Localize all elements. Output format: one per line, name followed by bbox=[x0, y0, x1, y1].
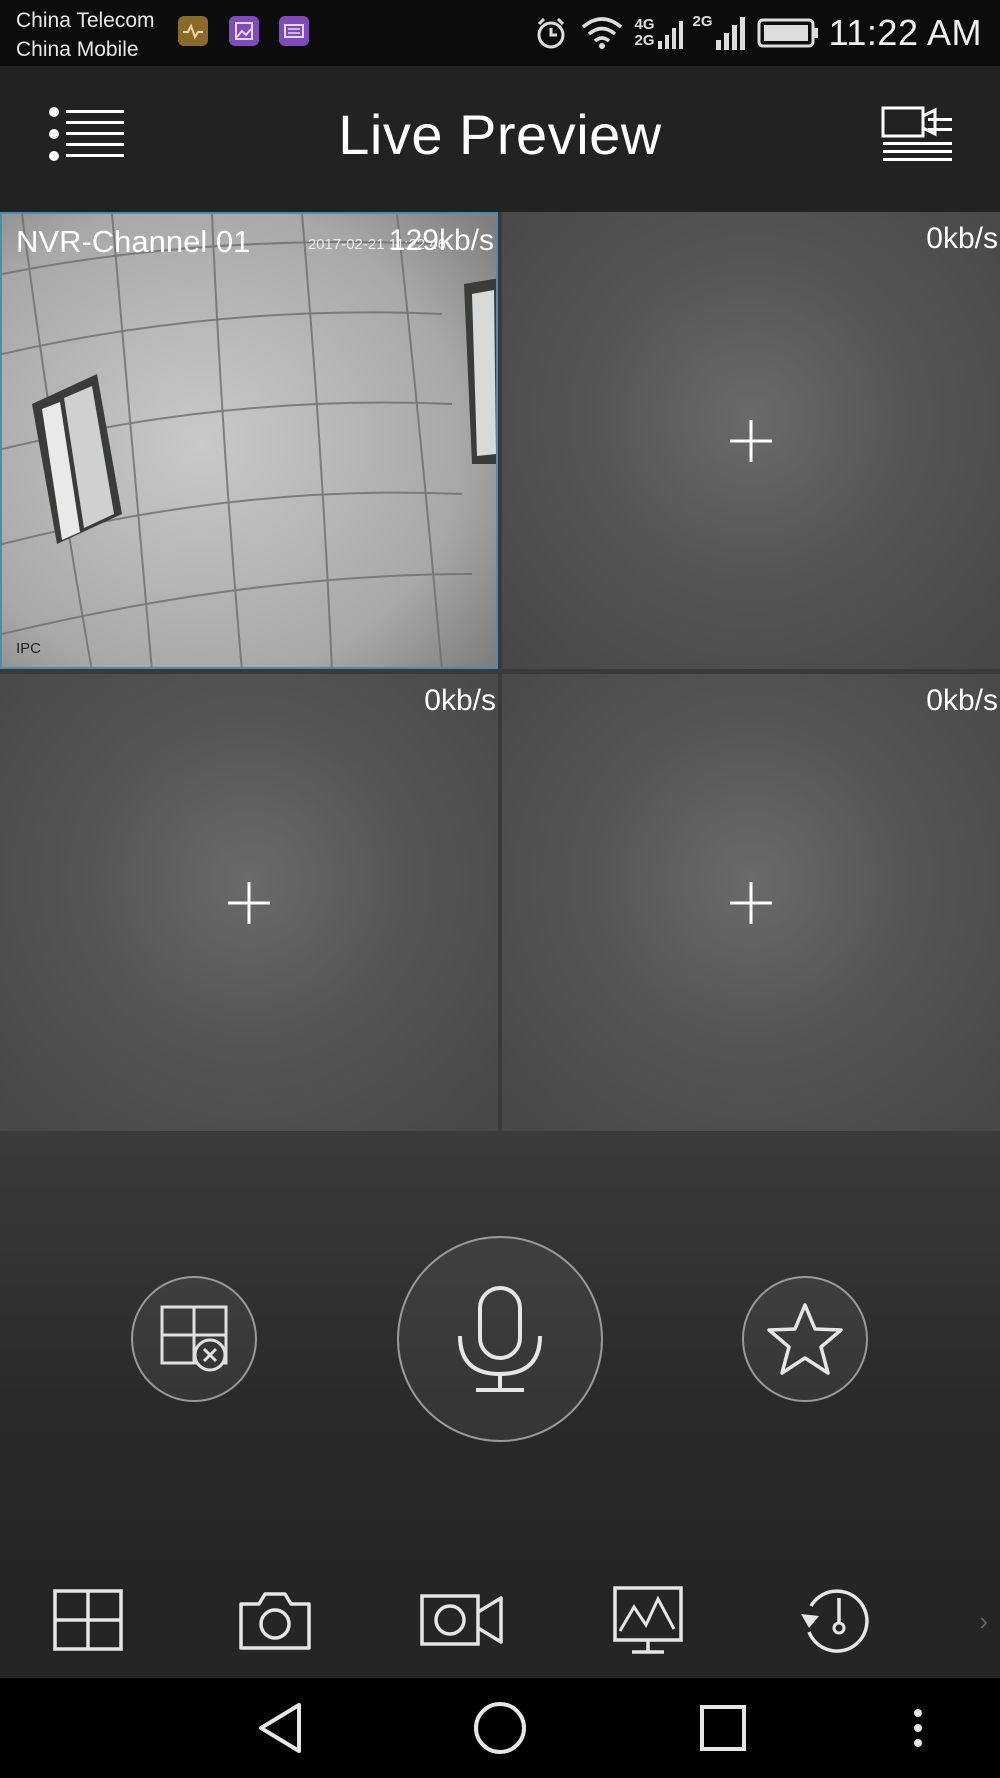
network-type-1b: 2G bbox=[634, 32, 655, 49]
status-bar: China Telecom China Mobile 4G 2G 2G 11:2… bbox=[0, 0, 1000, 66]
battery-icon bbox=[757, 17, 819, 49]
bitrate-label: 0kb/s bbox=[926, 222, 998, 255]
close-all-windows-button[interactable] bbox=[131, 1276, 257, 1402]
playback-icon bbox=[801, 1589, 869, 1653]
add-channel-icon[interactable] bbox=[728, 880, 774, 926]
status-icons: 4G 2G 2G 11:22 AM bbox=[533, 8, 982, 58]
split-screen-icon bbox=[53, 1589, 123, 1651]
camera-list-icon[interactable] bbox=[880, 102, 956, 166]
signal-sim2-icon: 2G bbox=[693, 14, 747, 52]
carrier-1: China Telecom bbox=[16, 9, 155, 32]
signal-sim1-icon: 4G 2G bbox=[635, 15, 683, 51]
image-adjust-icon bbox=[613, 1586, 683, 1654]
carrier-2: China Mobile bbox=[16, 38, 139, 61]
close-all-windows-icon bbox=[160, 1305, 228, 1372]
snapshot-icon bbox=[239, 1592, 311, 1650]
back-button[interactable] bbox=[250, 1698, 310, 1758]
bitrate-label: 0kb/s bbox=[424, 684, 496, 717]
keyboard-app-icon bbox=[279, 16, 309, 46]
video-window-3[interactable]: 0kb/s bbox=[0, 674, 498, 1131]
bottom-toolbar: › bbox=[0, 1560, 1000, 1678]
alarm-icon bbox=[533, 15, 569, 51]
video-window-1[interactable]: NVR-Channel 01 2017-02-21 11:22:46 129kb… bbox=[0, 212, 498, 669]
add-channel-icon[interactable] bbox=[728, 418, 774, 464]
gallery-app-icon bbox=[229, 16, 259, 46]
star-icon bbox=[767, 1303, 843, 1375]
microphone-icon bbox=[458, 1286, 542, 1392]
home-circle-icon bbox=[474, 1702, 526, 1754]
toolbar-more-arrow-icon[interactable]: › bbox=[979, 1606, 988, 1637]
bitrate-label: 129kb/s bbox=[388, 224, 494, 257]
overflow-menu-button[interactable] bbox=[888, 1698, 948, 1758]
split-screen-button[interactable] bbox=[43, 1580, 133, 1660]
recents-button[interactable] bbox=[693, 1698, 753, 1758]
vertical-dots-icon bbox=[914, 1709, 922, 1747]
video-window-2[interactable]: 0kb/s bbox=[502, 212, 1000, 669]
osd-ipc-label: IPC bbox=[16, 640, 42, 657]
clock: 11:22 AM bbox=[828, 12, 982, 53]
snapshot-button[interactable] bbox=[230, 1580, 320, 1660]
playback-button[interactable] bbox=[790, 1580, 880, 1660]
bitrate-label: 0kb/s bbox=[926, 684, 998, 717]
talk-button[interactable] bbox=[397, 1236, 603, 1442]
camera-feed-image bbox=[2, 214, 496, 667]
video-window-4[interactable]: 0kb/s bbox=[502, 674, 1000, 1131]
home-button[interactable] bbox=[470, 1698, 530, 1758]
page-title: Live Preview bbox=[338, 103, 662, 166]
add-channel-icon[interactable] bbox=[226, 880, 272, 926]
carrier-names: China Telecom China Mobile bbox=[16, 6, 155, 64]
record-icon bbox=[420, 1594, 503, 1646]
image-adjust-button[interactable] bbox=[603, 1580, 693, 1660]
channel-name: NVR-Channel 01 bbox=[16, 224, 251, 259]
app-header: Live Preview bbox=[0, 66, 1000, 212]
favorite-button[interactable] bbox=[742, 1276, 868, 1402]
recents-square-icon bbox=[700, 1705, 746, 1751]
system-nav-bar bbox=[0, 1678, 1000, 1778]
record-button[interactable] bbox=[417, 1580, 507, 1660]
health-app-icon bbox=[178, 16, 208, 46]
video-grid: NVR-Channel 01 2017-02-21 11:22:46 129kb… bbox=[0, 212, 1000, 1132]
wifi-icon bbox=[579, 15, 625, 51]
network-type-1: 4G bbox=[634, 16, 655, 33]
network-type-2: 2G bbox=[692, 13, 713, 30]
control-panel bbox=[0, 1132, 1000, 1578]
back-triangle-icon bbox=[259, 1703, 301, 1753]
